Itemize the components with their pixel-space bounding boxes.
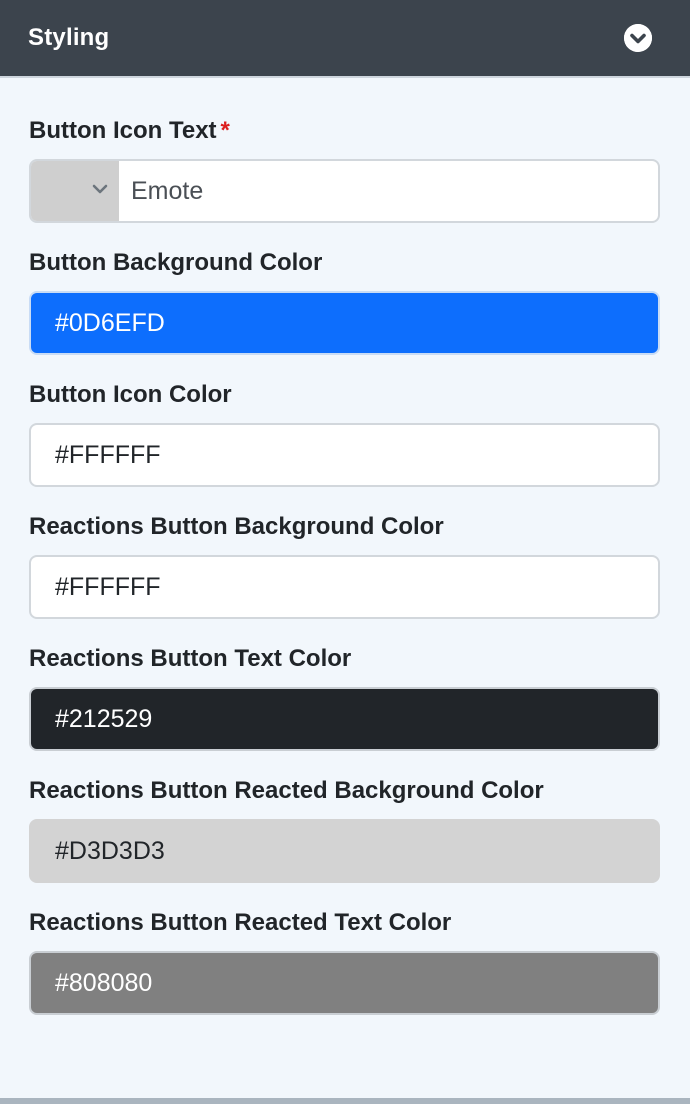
field-label: Reactions Button Reacted Background Colo… bbox=[29, 777, 544, 804]
field-label: Button Background Color bbox=[29, 249, 323, 276]
field-reactions-button-reacted-background-color: Reactions Button Reacted Background Colo… bbox=[29, 776, 660, 883]
field-label: Reactions Button Text Color bbox=[29, 645, 352, 672]
panel-bottom-border bbox=[0, 1098, 690, 1104]
required-marker: * bbox=[220, 117, 230, 144]
reactions-button-text-color-input[interactable]: #212529 bbox=[29, 687, 660, 751]
field-reactions-button-background-color: Reactions Button Background Color #FFFFF… bbox=[29, 512, 660, 619]
field-button-icon-text: Button Icon Text * Emote bbox=[29, 116, 660, 223]
field-reactions-button-reacted-text-color: Reactions Button Reacted Text Color #808… bbox=[29, 908, 660, 1015]
field-reactions-button-text-color: Reactions Button Text Color #212529 bbox=[29, 644, 660, 751]
reactions-button-reacted-background-color-input[interactable]: #D3D3D3 bbox=[29, 819, 660, 883]
button-background-color-input[interactable]: #0D6EFD bbox=[29, 291, 660, 355]
field-label: Button Icon Color bbox=[29, 381, 232, 408]
reactions-button-reacted-text-color-input[interactable]: #808080 bbox=[29, 951, 660, 1015]
button-icon-color-input[interactable]: #FFFFFF bbox=[29, 423, 660, 487]
field-button-background-color: Button Background Color #0D6EFD bbox=[29, 248, 660, 355]
chevron-down-icon bbox=[91, 182, 109, 200]
field-label: Reactions Button Reacted Text Color bbox=[29, 909, 452, 936]
reactions-button-background-color-input[interactable]: #FFFFFF bbox=[29, 555, 660, 619]
panel-header[interactable]: Styling bbox=[0, 0, 690, 78]
styling-panel: Styling Button Icon Text * Emote Button … bbox=[0, 0, 690, 1104]
chevron-down-circle-icon[interactable] bbox=[624, 24, 652, 52]
icon-text-input[interactable]: Emote bbox=[119, 161, 658, 221]
field-label: Reactions Button Background Color bbox=[29, 513, 444, 540]
icon-text-input-group: Emote bbox=[29, 159, 660, 223]
field-button-icon-color: Button Icon Color #FFFFFF bbox=[29, 380, 660, 487]
field-label: Button Icon Text * bbox=[29, 117, 230, 144]
panel-body: Button Icon Text * Emote Button Backgroun… bbox=[0, 78, 690, 1015]
icon-select-dropdown[interactable] bbox=[31, 161, 119, 221]
panel-title: Styling bbox=[28, 24, 110, 51]
